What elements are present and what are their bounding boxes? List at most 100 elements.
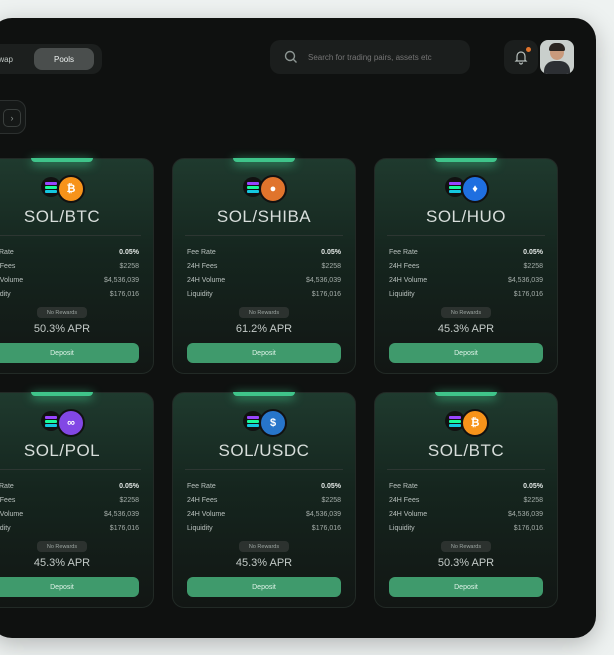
fee-rate-row: Fee Rate 0.05% (0, 249, 139, 263)
volume-24h-row: 24H Volume $4,536,039 (389, 511, 543, 525)
volume-24h-value: $4,536,039 (507, 511, 543, 518)
fee-rate-label: Fee Rate (389, 483, 418, 490)
fees-24h-row: 24H Fees $2258 (0, 497, 139, 511)
chevron-right-icon: › (10, 113, 14, 123)
volume-24h-row: 24H Volume $4,536,039 (187, 277, 341, 291)
rewards-badge: No Rewards (239, 541, 289, 552)
pair-name: SOL/HUO (425, 207, 507, 226)
divider (185, 235, 343, 236)
fees-24h-label: 24H Fees (0, 263, 16, 270)
divider (0, 235, 141, 236)
fee-rate-row: Fee Rate 0.05% (389, 249, 543, 263)
token-pair-icons: ∞ (41, 409, 85, 437)
avatar[interactable] (540, 40, 574, 74)
fee-rate-row: Fee Rate 0.05% (187, 249, 341, 263)
apr-value: 61.2% APR (235, 323, 293, 335)
token-pair-icons: $ (243, 409, 287, 437)
stats-list: Fee Rate 0.05% 24H Fees $2258 24H Volume $4… (187, 483, 341, 539)
swap-pools-toggle: Swap Pools (0, 44, 102, 74)
rewards-badge: No Rewards (239, 307, 289, 318)
rewards-badge: No Rewards (37, 307, 87, 318)
token-pair-icons: ♦ (445, 175, 489, 203)
liquidity-value: $176,016 (109, 291, 139, 298)
card-glow (435, 392, 497, 396)
notifications-button[interactable] (504, 40, 538, 74)
tab-swap[interactable]: Swap (0, 48, 30, 70)
pair-name: SOL/BTC (23, 207, 101, 226)
volume-24h-value: $4,536,039 (103, 511, 139, 518)
volume-24h-label: 24H Volume (187, 277, 226, 284)
volume-24h-row: 24H Volume $4,536,039 (187, 511, 341, 525)
search-input[interactable] (306, 51, 460, 63)
liquidity-value: $176,016 (311, 291, 341, 298)
pool-card: ● SOL/SHIBA Fee Rate 0.05% 24H Fees $2258 … (172, 158, 356, 374)
fee-rate-row: Fee Rate 0.05% (389, 483, 543, 497)
fee-rate-value: 0.05% (321, 249, 341, 256)
apr-value: 50.3% APR (33, 323, 91, 335)
rewards-badge: No Rewards (37, 541, 87, 552)
fee-rate-value: 0.05% (523, 249, 543, 256)
token-pair-icons: ₿ (41, 175, 85, 203)
shiba-icon: ● (259, 175, 287, 203)
search-bar[interactable] (270, 40, 470, 74)
divider (0, 469, 141, 470)
fee-rate-row: Fee Rate 0.05% (0, 483, 139, 497)
stats-list: Fee Rate 0.05% 24H Fees $2258 24H Volume $4… (389, 483, 543, 539)
pool-card: ∞ SOL/POL Fee Rate 0.05% 24H Fees $2258 24… (0, 392, 154, 608)
divider (387, 469, 545, 470)
fees-24h-value: $2258 (119, 497, 139, 504)
liquidity-row: Liquidity $176,016 (0, 525, 139, 539)
huo-icon: ♦ (461, 175, 489, 203)
pol-icon: ∞ (57, 409, 85, 437)
fee-rate-label: Fee Rate (0, 483, 14, 490)
apr-value: 45.3% APR (437, 323, 495, 335)
fees-24h-value: $2258 (321, 263, 341, 270)
next-page-button[interactable]: › (3, 109, 21, 127)
apr-value: 45.3% APR (33, 557, 91, 569)
search-icon (284, 50, 298, 64)
stats-list: Fee Rate 0.05% 24H Fees $2258 24H Volume $4… (0, 483, 139, 539)
pair-name: SOL/USDC (218, 441, 310, 460)
liquidity-value: $176,016 (513, 291, 543, 298)
fee-rate-value: 0.05% (119, 483, 139, 490)
liquidity-label: Liquidity (187, 525, 213, 532)
liquidity-label: Liquidity (0, 525, 11, 532)
deposit-button[interactable]: Deposit (0, 577, 139, 597)
fees-24h-label: 24H Fees (187, 497, 218, 504)
fees-24h-value: $2258 (523, 497, 543, 504)
pool-card: ♦ SOL/HUO Fee Rate 0.05% 24H Fees $2258 24… (374, 158, 558, 374)
volume-24h-row: 24H Volume $4,536,039 (0, 511, 139, 525)
tab-pools[interactable]: Pools (34, 48, 94, 70)
volume-24h-value: $4,536,039 (305, 277, 341, 284)
divider (185, 469, 343, 470)
deposit-button[interactable]: Deposit (187, 577, 341, 597)
liquidity-row: Liquidity $176,016 (187, 291, 341, 305)
card-glow (31, 158, 93, 162)
btc-icon: ₿ (57, 175, 85, 203)
liquidity-row: Liquidity $176,016 (389, 291, 543, 305)
fees-24h-row: 24H Fees $2258 (389, 263, 543, 277)
liquidity-row: Liquidity $176,016 (0, 291, 139, 305)
volume-24h-label: 24H Volume (389, 277, 428, 284)
fees-24h-label: 24H Fees (389, 263, 420, 270)
fees-24h-label: 24H Fees (187, 263, 218, 270)
pool-card: ₿ SOL/BTC Fee Rate 0.05% 24H Fees $2258 24… (374, 392, 558, 608)
stats-list: Fee Rate 0.05% 24H Fees $2258 24H Volume $4… (187, 249, 341, 305)
pair-name: SOL/SHIBA (216, 207, 312, 226)
notification-dot (526, 47, 531, 52)
pair-name: SOL/BTC (427, 441, 505, 460)
stats-list: Fee Rate 0.05% 24H Fees $2258 24H Volume $4… (0, 249, 139, 305)
deposit-button[interactable]: Deposit (389, 577, 543, 597)
fees-24h-value: $2258 (321, 497, 341, 504)
pagination-control: ‹ › (0, 100, 26, 134)
deposit-button[interactable]: Deposit (0, 343, 139, 363)
rewards-badge: No Rewards (441, 541, 491, 552)
fee-rate-value: 0.05% (523, 483, 543, 490)
usdc-icon: $ (259, 409, 287, 437)
deposit-button[interactable]: Deposit (389, 343, 543, 363)
deposit-button[interactable]: Deposit (187, 343, 341, 363)
fee-rate-label: Fee Rate (389, 249, 418, 256)
token-pair-icons: ₿ (445, 409, 489, 437)
fees-24h-value: $2258 (119, 263, 139, 270)
divider (387, 235, 545, 236)
